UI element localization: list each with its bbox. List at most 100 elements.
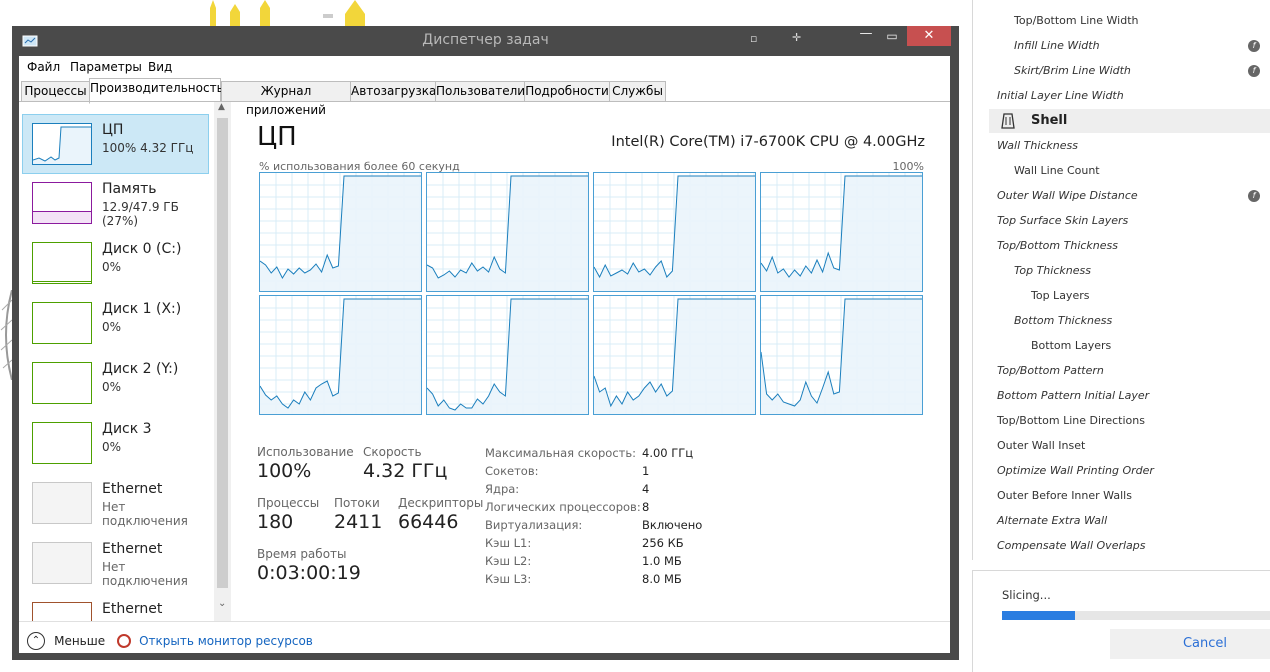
sidebar-item-memory[interactable]: Память 12.9/47.9 ГБ (27%) bbox=[23, 174, 209, 232]
setting-label[interactable]: Optimize Wall Printing Order bbox=[997, 464, 1154, 477]
sidebar-item-ethernet-1[interactable]: Ethernet Нет подключения bbox=[23, 474, 209, 532]
tab-startup[interactable]: Автозагрузка bbox=[350, 81, 436, 102]
cancel-button[interactable]: Cancel bbox=[1110, 629, 1270, 659]
setting-label[interactable]: Top/Bottom Line Width bbox=[1014, 14, 1139, 27]
info-label: Виртуализация: bbox=[485, 518, 583, 532]
usage-value: 100% bbox=[257, 460, 312, 482]
function-icon[interactable]: f bbox=[1248, 40, 1260, 52]
shell-icon bbox=[1001, 113, 1015, 133]
sidebar-item-disk-1[interactable]: Диск 1 (X:) 0% bbox=[23, 294, 209, 352]
desktop-background-decoration bbox=[205, 0, 385, 26]
page-title: ЦП bbox=[257, 122, 297, 152]
chevron-up-icon: ⌃ bbox=[27, 631, 45, 650]
info-value: 4 bbox=[642, 482, 650, 496]
sidebar-item-label: Диск 3 bbox=[102, 421, 152, 437]
setting-label[interactable]: Top/Bottom Thickness bbox=[997, 239, 1118, 252]
close-button[interactable]: ✕ bbox=[907, 26, 951, 46]
sidebar-item-disk-3[interactable]: Диск 3 0% bbox=[23, 414, 209, 472]
sidebar-item-ethernet-3[interactable]: Ethernet bbox=[23, 594, 209, 622]
sidebar-item-value: 0% bbox=[102, 260, 122, 274]
slicing-progress-bar bbox=[1002, 611, 1270, 620]
setting-label[interactable]: Top/Bottom Pattern bbox=[997, 364, 1104, 377]
processes-value: 180 bbox=[257, 511, 294, 533]
scrollbar-thumb[interactable] bbox=[217, 118, 228, 588]
cpu-core-graph bbox=[593, 295, 756, 415]
tab-users[interactable]: Пользователи bbox=[435, 81, 525, 102]
cpu-core-graph bbox=[426, 295, 589, 415]
setting-label[interactable]: Top Surface Skin Layers bbox=[997, 214, 1128, 227]
setting-label[interactable]: Outer Wall Wipe Distance bbox=[997, 189, 1138, 202]
sidebar-item-value: 0% bbox=[102, 440, 122, 454]
window-client-area: Файл Параметры Вид Процессы Производител… bbox=[19, 56, 950, 653]
minimize-button[interactable]: — bbox=[853, 26, 879, 46]
desktop-sphere-edge bbox=[0, 289, 13, 381]
slicing-status: Slicing... bbox=[1002, 588, 1051, 602]
setting-label[interactable]: Outer Before Inner Walls bbox=[997, 489, 1132, 502]
setting-label[interactable]: Alternate Extra Wall bbox=[997, 514, 1107, 527]
title-bar[interactable]: Диспетчер задач ▫ ✛ — ▭ ✕ bbox=[12, 26, 959, 56]
usage-label: Использование bbox=[257, 445, 354, 459]
resource-monitor-label: Открыть монитор ресурсов bbox=[139, 633, 313, 648]
tab-app-history[interactable]: Журнал приложений bbox=[221, 81, 351, 117]
processes-label: Процессы bbox=[257, 496, 320, 510]
menu-view[interactable]: Вид bbox=[148, 60, 172, 74]
setting-label[interactable]: Bottom Layers bbox=[1031, 339, 1111, 352]
sidebar-item-value: 0% bbox=[102, 320, 122, 334]
speed-value: 4.32 ГГц bbox=[363, 460, 448, 482]
setting-label[interactable]: Top/Bottom Line Directions bbox=[997, 414, 1145, 427]
sidebar-item-cpu[interactable]: ЦП 100% 4.32 ГГц bbox=[22, 114, 209, 174]
sidebar-item-label: Диск 0 (C:) bbox=[102, 241, 182, 257]
sidebar-item-value: Нет подключения bbox=[102, 560, 188, 588]
setting-label[interactable]: Wall Line Count bbox=[1014, 164, 1100, 177]
info-label: Логических процессоров: bbox=[485, 500, 641, 514]
sidebar-item-disk-2[interactable]: Диск 2 (Y:) 0% bbox=[23, 354, 209, 412]
info-label: Кэш L3: bbox=[485, 572, 532, 586]
info-label: Максимальная скорость: bbox=[485, 446, 637, 460]
setting-label[interactable]: Wall Thickness bbox=[997, 139, 1078, 152]
uptime-label: Время работы bbox=[257, 547, 347, 561]
info-value: 8.0 МБ bbox=[642, 572, 682, 586]
sidebar-item-label: Диск 2 (Y:) bbox=[102, 361, 179, 377]
menu-options[interactable]: Параметры bbox=[70, 60, 142, 74]
sidebar-item-disk-0[interactable]: Диск 0 (C:) 0% bbox=[23, 234, 209, 292]
open-resource-monitor-link[interactable]: Открыть монитор ресурсов bbox=[117, 630, 313, 649]
scroll-down-icon[interactable]: ⌄ bbox=[218, 598, 226, 609]
setting-label[interactable]: Outer Wall Inset bbox=[997, 439, 1085, 452]
info-label: Кэш L2: bbox=[485, 554, 532, 568]
move-icon[interactable]: ✛ bbox=[792, 31, 801, 44]
cpu-thumbnail-graph bbox=[32, 123, 92, 165]
scroll-up-icon[interactable]: ▲ bbox=[218, 102, 225, 112]
info-value: Включено bbox=[642, 518, 703, 532]
tab-processes[interactable]: Процессы bbox=[21, 81, 90, 102]
setting-label[interactable]: Bottom Pattern Initial Layer bbox=[997, 389, 1149, 402]
tab-services[interactable]: Службы bbox=[609, 81, 666, 102]
setting-label[interactable]: Skirt/Brim Line Width bbox=[1014, 64, 1131, 77]
shell-section-label[interactable]: Shell bbox=[1031, 113, 1067, 128]
resource-sidebar: ЦП 100% 4.32 ГГц Память 12.9/47.9 ГБ (27… bbox=[19, 102, 231, 622]
sidebar-item-label: Ethernet bbox=[102, 541, 163, 557]
handles-label: Дескрипторы bbox=[398, 496, 484, 510]
setting-label[interactable]: Top Thickness bbox=[1014, 264, 1091, 277]
tab-details[interactable]: Подробности bbox=[524, 81, 610, 102]
sidebar-item-value: Нет подключения bbox=[102, 500, 188, 528]
sidebar-scrollbar[interactable]: ▲ ⌄ bbox=[214, 102, 231, 622]
maximize-button[interactable]: ▭ bbox=[879, 26, 905, 46]
setting-label[interactable]: Bottom Thickness bbox=[1014, 314, 1112, 327]
setting-label[interactable]: Compensate Wall Overlaps bbox=[997, 539, 1146, 552]
less-button[interactable]: ⌃ Меньше bbox=[27, 630, 105, 650]
info-value: 1 bbox=[642, 464, 650, 478]
setting-label[interactable]: Top Layers bbox=[1031, 289, 1089, 302]
ethernet-thumbnail-graph bbox=[32, 602, 92, 622]
threads-label: Потоки bbox=[334, 496, 380, 510]
menu-file[interactable]: Файл bbox=[27, 60, 60, 74]
info-value: 1.0 МБ bbox=[642, 554, 682, 568]
function-icon[interactable]: f bbox=[1248, 65, 1260, 77]
pin-icon[interactable]: ▫ bbox=[750, 32, 757, 45]
function-icon[interactable]: f bbox=[1248, 190, 1260, 202]
cancel-label: Cancel bbox=[1182, 636, 1228, 651]
disk-thumbnail-graph bbox=[32, 362, 92, 404]
sidebar-item-value: 0% bbox=[102, 380, 122, 394]
setting-label[interactable]: Initial Layer Line Width bbox=[997, 89, 1124, 102]
setting-label[interactable]: Infill Line Width bbox=[1014, 39, 1100, 52]
sidebar-item-ethernet-2[interactable]: Ethernet Нет подключения bbox=[23, 534, 209, 592]
